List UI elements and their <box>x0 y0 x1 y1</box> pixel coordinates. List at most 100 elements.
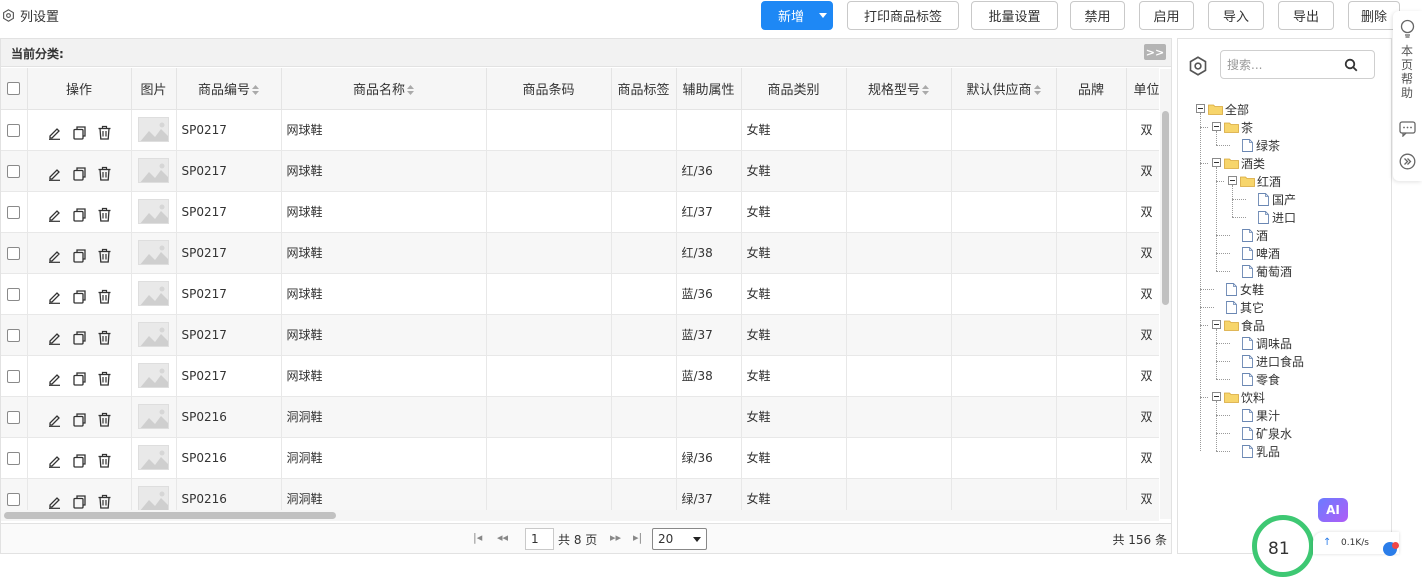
product-image-placeholder[interactable] <box>138 281 169 306</box>
edit-icon[interactable] <box>47 248 62 263</box>
row-select-cell[interactable] <box>1 355 28 397</box>
row-select-cell[interactable] <box>1 396 28 438</box>
sort-icon[interactable] <box>922 85 929 96</box>
page-help-link[interactable]: 本页帮助 <box>1400 44 1414 100</box>
row-select-cell[interactable] <box>1 437 28 479</box>
tree-leaf-node[interactable]: 进口食品 <box>1242 353 1304 369</box>
lightbulb-icon[interactable] <box>1399 19 1416 38</box>
trash-icon[interactable] <box>97 248 112 263</box>
copy-icon[interactable] <box>72 412 87 427</box>
product-image-placeholder[interactable] <box>138 240 169 265</box>
row-checkbox[interactable] <box>7 369 21 383</box>
edit-icon[interactable] <box>47 371 62 386</box>
row-checkbox[interactable] <box>7 205 21 219</box>
import-button[interactable]: 导入 <box>1208 1 1264 30</box>
header-code[interactable]: 商品编号 <box>176 68 282 110</box>
prev-page-icon[interactable]: ◂◂ <box>497 531 508 544</box>
row-select-cell[interactable] <box>1 314 28 356</box>
tree-leaf-node[interactable]: 国产 <box>1258 191 1296 207</box>
new-dropdown-toggle[interactable] <box>814 2 832 29</box>
tree-leaf-node[interactable]: 调味品 <box>1242 335 1292 351</box>
edit-icon[interactable] <box>47 330 62 345</box>
header-name[interactable]: 商品名称 <box>281 68 487 110</box>
edit-icon[interactable] <box>47 125 62 140</box>
enable-button[interactable]: 启用 <box>1139 1 1194 30</box>
table-row[interactable]: SP0217 网球鞋 红/38 女鞋 双 <box>1 232 1159 274</box>
tree-collapse-toggle[interactable] <box>1212 392 1221 401</box>
trash-icon[interactable] <box>97 125 112 140</box>
print-labels-button[interactable]: 打印商品标签 <box>847 1 959 30</box>
tree-leaf-node[interactable]: 啤酒 <box>1242 245 1280 261</box>
copy-icon[interactable] <box>72 207 87 222</box>
table-row[interactable]: SP0217 网球鞋 蓝/36 女鞋 双 <box>1 273 1159 315</box>
copy-icon[interactable] <box>72 494 87 509</box>
tree-leaf-node[interactable]: 进口 <box>1258 209 1296 225</box>
table-row[interactable]: SP0216 洞洞鞋 女鞋 双 <box>1 396 1159 438</box>
copy-icon[interactable] <box>72 248 87 263</box>
tree-leaf-node[interactable]: 绿茶 <box>1242 137 1280 153</box>
product-image-placeholder[interactable] <box>138 445 169 470</box>
tree-collapse-toggle[interactable] <box>1196 104 1205 113</box>
next-page-icon[interactable]: ▸▸ <box>610 531 621 544</box>
row-checkbox[interactable] <box>7 451 21 465</box>
copy-icon[interactable] <box>72 453 87 468</box>
edit-icon[interactable] <box>47 166 62 181</box>
export-button[interactable]: 导出 <box>1278 1 1334 30</box>
disable-button[interactable]: 禁用 <box>1070 1 1125 30</box>
tree-leaf-node[interactable]: 矿泉水 <box>1242 425 1292 441</box>
row-checkbox[interactable] <box>7 410 21 424</box>
trash-icon[interactable] <box>97 494 112 509</box>
row-select-cell[interactable] <box>1 191 28 233</box>
trash-icon[interactable] <box>97 371 112 386</box>
tree-folder-node[interactable]: 饮料 <box>1224 389 1265 405</box>
trash-icon[interactable] <box>97 453 112 468</box>
product-image-placeholder[interactable] <box>138 158 169 183</box>
trash-icon[interactable] <box>97 207 112 222</box>
table-row[interactable]: SP0216 洞洞鞋 绿/36 女鞋 双 <box>1 437 1159 479</box>
table-row[interactable]: SP0217 网球鞋 红/37 女鞋 双 <box>1 191 1159 233</box>
tree-folder-node[interactable]: 食品 <box>1224 317 1265 333</box>
product-image-placeholder[interactable] <box>138 363 169 388</box>
horizontal-scrollbar[interactable] <box>1 510 1159 521</box>
column-settings-button[interactable]: 列设置 <box>2 6 59 25</box>
row-checkbox[interactable] <box>7 246 21 260</box>
expand-panel-button[interactable]: >> <box>1144 44 1166 60</box>
trash-icon[interactable] <box>97 289 112 304</box>
sort-icon[interactable] <box>252 85 259 96</box>
vertical-scroll-thumb[interactable] <box>1162 111 1169 305</box>
trash-icon[interactable] <box>97 330 112 345</box>
trash-icon[interactable] <box>97 412 112 427</box>
sort-icon[interactable] <box>1033 85 1041 96</box>
tree-collapse-toggle[interactable] <box>1212 122 1221 131</box>
tree-folder-node[interactable]: 酒类 <box>1224 155 1265 171</box>
row-checkbox[interactable] <box>7 328 21 342</box>
last-page-icon[interactable]: ▸| <box>633 531 642 544</box>
select-all-cell[interactable] <box>1 68 28 110</box>
page-size-select[interactable]: 20 <box>652 528 707 550</box>
copy-icon[interactable] <box>72 289 87 304</box>
tree-folder-node[interactable]: 红酒 <box>1240 173 1281 189</box>
table-row[interactable]: SP0217 网球鞋 女鞋 双 <box>1 109 1159 151</box>
tree-search-input[interactable] <box>1227 51 1337 78</box>
message-icon[interactable] <box>1399 121 1416 137</box>
tree-leaf-node[interactable]: 酒 <box>1242 227 1268 243</box>
trash-icon[interactable] <box>97 166 112 181</box>
copy-icon[interactable] <box>72 166 87 181</box>
tree-leaf-node[interactable]: 乳品 <box>1242 443 1280 459</box>
edit-icon[interactable] <box>47 412 62 427</box>
product-image-placeholder[interactable] <box>138 199 169 224</box>
sort-icon[interactable] <box>407 85 414 96</box>
row-select-cell[interactable] <box>1 232 28 274</box>
edit-icon[interactable] <box>47 207 62 222</box>
tree-folder-node[interactable]: 全部 <box>1208 101 1249 117</box>
row-checkbox[interactable] <box>7 123 21 137</box>
row-checkbox[interactable] <box>7 287 21 301</box>
tree-leaf-node[interactable]: 其它 <box>1226 299 1264 315</box>
header-spec[interactable]: 规格型号 <box>846 68 952 110</box>
product-image-placeholder[interactable] <box>138 322 169 347</box>
vertical-scrollbar[interactable] <box>1160 69 1171 519</box>
table-row[interactable]: SP0217 网球鞋 蓝/38 女鞋 双 <box>1 355 1159 397</box>
memory-gauge[interactable]: 81 <box>1252 515 1314 577</box>
tree-folder-node[interactable]: 茶 <box>1224 119 1253 135</box>
row-select-cell[interactable] <box>1 150 28 192</box>
